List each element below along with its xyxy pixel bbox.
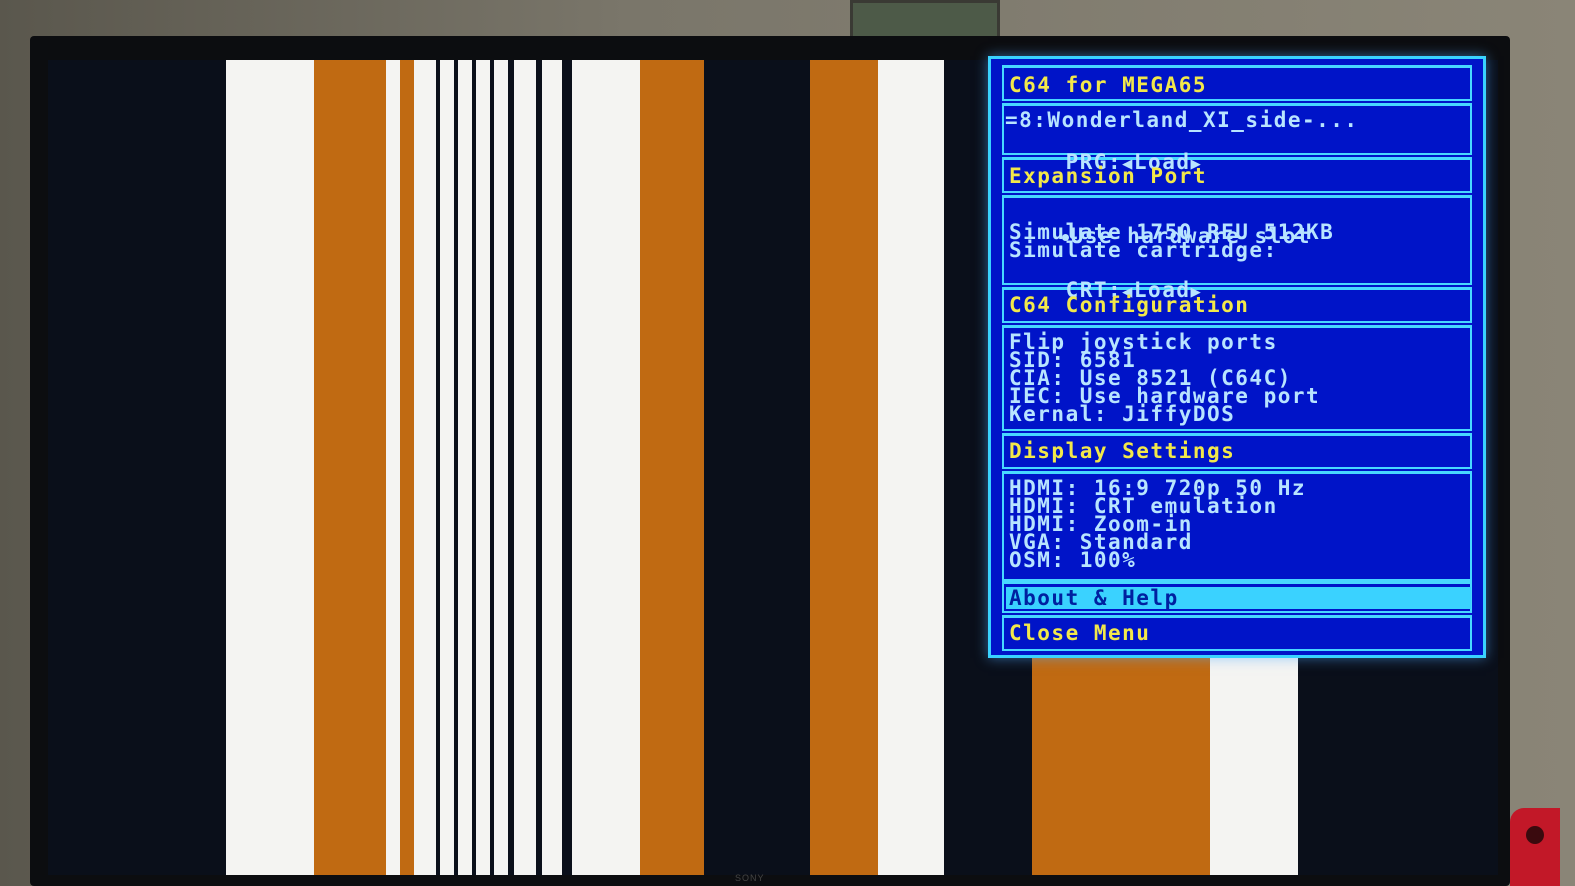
stripe bbox=[386, 60, 400, 875]
kernal-option[interactable]: Kernal: JiffyDOS bbox=[1009, 403, 1235, 425]
stripe bbox=[314, 60, 386, 875]
c64-configuration-header: C64 Configuration bbox=[1009, 293, 1250, 317]
stripe bbox=[810, 60, 878, 875]
stripe bbox=[226, 60, 314, 875]
prg-load-item[interactable]: PRG:◀Load▶ bbox=[1009, 129, 1202, 174]
c64-core-menu: C64 for MEGA65 =8:Wonderland_XI_side-...… bbox=[988, 56, 1486, 658]
stripe bbox=[572, 60, 640, 875]
stripe bbox=[542, 60, 562, 875]
close-menu-item[interactable]: Close Menu bbox=[1009, 622, 1150, 644]
console-controller bbox=[1510, 808, 1560, 886]
mounted-file[interactable]: =8:Wonderland_XI_side-... bbox=[1005, 109, 1359, 131]
stripe bbox=[514, 60, 536, 875]
stripe bbox=[458, 60, 472, 875]
osm-option[interactable]: OSM: 100% bbox=[1009, 549, 1136, 571]
stripe bbox=[494, 60, 508, 875]
stripe bbox=[476, 60, 490, 875]
controller-button bbox=[1526, 826, 1544, 844]
crt-load-item[interactable]: CRT:◀Load▶ bbox=[1009, 257, 1202, 302]
stripe bbox=[640, 60, 704, 875]
stripe bbox=[878, 60, 944, 875]
expansion-port-header: Expansion Port bbox=[1009, 164, 1208, 188]
stripe bbox=[414, 60, 436, 875]
display-settings-header: Display Settings bbox=[1009, 439, 1236, 463]
about-help-item[interactable]: About & Help bbox=[1009, 587, 1179, 609]
stripe bbox=[440, 60, 454, 875]
menu-title: C64 for MEGA65 bbox=[1009, 73, 1208, 97]
tv-brand-logo: SONY bbox=[735, 873, 765, 883]
stripe bbox=[400, 60, 414, 875]
